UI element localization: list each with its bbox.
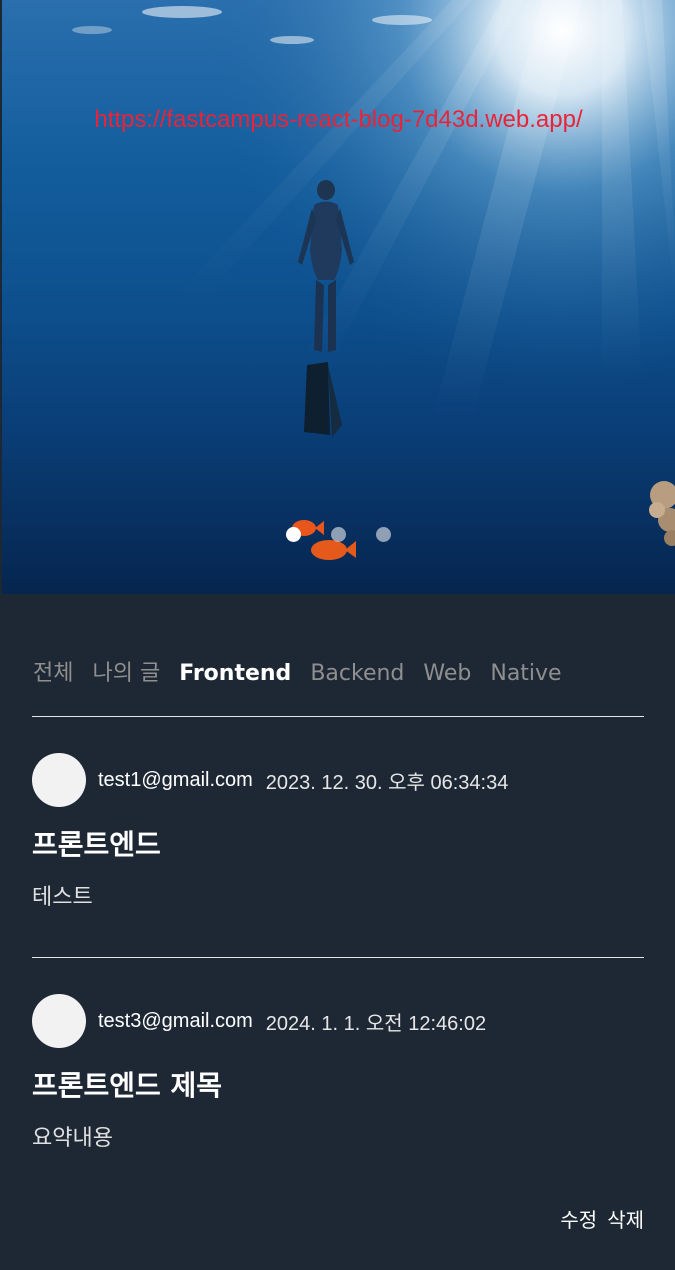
tab-frontend[interactable]: Frontend bbox=[179, 661, 291, 686]
avatar bbox=[32, 994, 86, 1048]
tab-native[interactable]: Native bbox=[490, 661, 561, 686]
avatar bbox=[32, 753, 86, 807]
carousel-dot-3[interactable] bbox=[376, 527, 391, 542]
carousel-dots bbox=[286, 527, 391, 542]
post-author-email: test1@gmail.com bbox=[98, 768, 253, 791]
post-item[interactable]: test3@gmail.com 2024. 1. 1. 오전 12:46:02 … bbox=[32, 994, 644, 1232]
post-title[interactable]: 프론트엔드 bbox=[32, 827, 644, 863]
carousel-dot-2[interactable] bbox=[331, 527, 346, 542]
hero-url-text: https://fastcampus-react-blog-7d43d.web.… bbox=[94, 106, 583, 133]
hero-carousel[interactable]: https://fastcampus-react-blog-7d43d.web.… bbox=[2, 0, 675, 594]
post-meta: test3@gmail.com 2024. 1. 1. 오전 12:46:02 bbox=[32, 994, 644, 1048]
post-summary: 요약내용 bbox=[32, 1126, 113, 1151]
tabs-divider bbox=[32, 716, 644, 717]
post-date: 2023. 12. 30. 오후 06:34:34 bbox=[265, 771, 509, 794]
post-item[interactable]: test1@gmail.com 2023. 12. 30. 오후 06:34:3… bbox=[32, 753, 644, 913]
post-date: 2024. 1. 1. 오전 12:46:02 bbox=[265, 1012, 487, 1035]
tab-web[interactable]: Web bbox=[423, 661, 471, 686]
delete-button[interactable]: 삭제 bbox=[607, 1204, 644, 1233]
post-meta: test1@gmail.com 2023. 12. 30. 오후 06:34:3… bbox=[32, 753, 644, 807]
edit-button[interactable]: 수정 bbox=[560, 1204, 597, 1233]
carousel-dot-1[interactable] bbox=[286, 527, 301, 542]
tab-backend[interactable]: Backend bbox=[310, 661, 404, 686]
post-author-email: test3@gmail.com bbox=[98, 1009, 253, 1032]
category-tabs: 전체 나의 글 Frontend Backend Web Native bbox=[33, 655, 562, 687]
tab-my-posts[interactable]: 나의 글 bbox=[92, 655, 160, 687]
tab-all[interactable]: 전체 bbox=[33, 655, 73, 687]
post-title[interactable]: 프론트엔드 제목 bbox=[32, 1068, 644, 1104]
hero-image bbox=[2, 0, 675, 594]
post-summary: 테스트 bbox=[32, 885, 93, 910]
blog-home-page: https://fastcampus-react-blog-7d43d.web.… bbox=[0, 0, 675, 1270]
post-divider bbox=[32, 957, 644, 958]
post-actions: 수정 삭제 bbox=[560, 1204, 644, 1233]
